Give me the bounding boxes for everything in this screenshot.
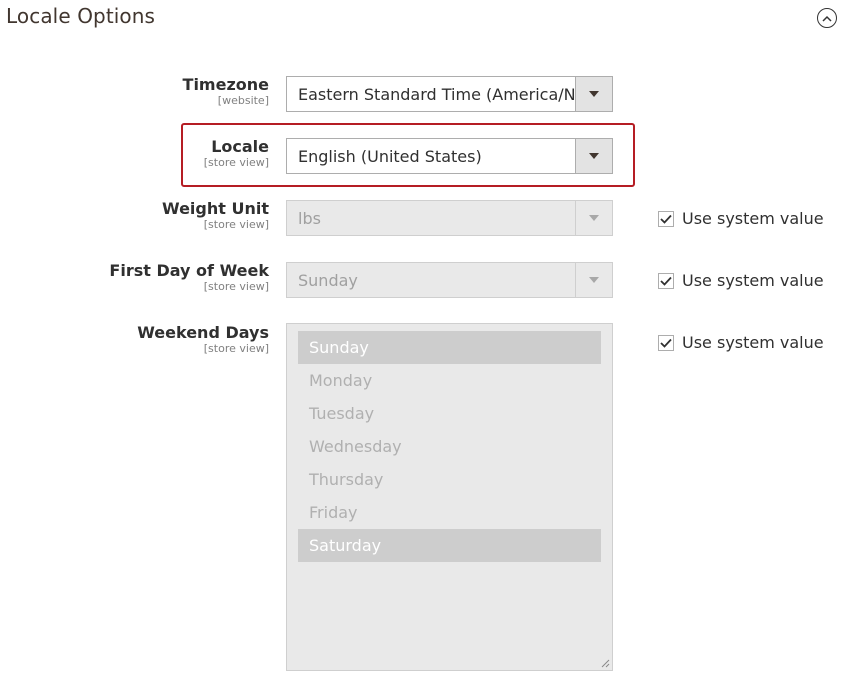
weight-unit-use-system-value[interactable]: Use system value: [658, 209, 824, 228]
caret-down-icon: [589, 91, 599, 97]
weekend-days-label: Weekend Days: [137, 323, 269, 342]
first-day-scope: [store view]: [203, 280, 269, 293]
weekend-option-friday[interactable]: Friday: [298, 496, 601, 529]
locale-dropdown-arrow[interactable]: [575, 139, 612, 173]
weekend-option-saturday[interactable]: Saturday: [298, 529, 601, 562]
first-day-value: Sunday: [298, 270, 358, 290]
weekend-days-label-group: Weekend Days [store view]: [29, 324, 269, 356]
weight-unit-label: Weight Unit: [162, 199, 269, 218]
weight-unit-scope: [store view]: [203, 218, 269, 231]
locale-select[interactable]: English (United States): [286, 138, 613, 174]
weekend-option-tuesday[interactable]: Tuesday: [298, 397, 601, 430]
locale-scope: [store view]: [203, 156, 269, 169]
weekend-days-use-system-value[interactable]: Use system value: [658, 333, 824, 352]
resize-handle-icon[interactable]: [600, 658, 610, 668]
timezone-label-group: Timezone [website]: [29, 76, 269, 108]
weight-unit-system-checkbox[interactable]: [658, 210, 674, 227]
first-day-dropdown-arrow[interactable]: [575, 263, 612, 297]
chevron-up-icon: [822, 15, 832, 22]
timezone-select[interactable]: Eastern Standard Time (America/New_York): [286, 76, 613, 112]
checkmark-icon: [660, 338, 672, 348]
weight-unit-dropdown-arrow[interactable]: [575, 201, 612, 235]
weekend-days-system-checkbox[interactable]: [658, 334, 674, 351]
locale-label: Locale: [211, 137, 269, 156]
first-day-label: First Day of Week: [109, 261, 269, 280]
first-day-select[interactable]: Sunday: [286, 262, 613, 298]
checkmark-icon: [660, 276, 672, 286]
weekend-option-thursday[interactable]: Thursday: [298, 463, 601, 496]
weekend-days-system-label: Use system value: [682, 333, 824, 352]
weight-unit-label-group: Weight Unit [store view]: [29, 200, 269, 232]
caret-down-icon: [589, 153, 599, 159]
collapse-button[interactable]: [817, 8, 837, 28]
weight-unit-value: lbs: [298, 208, 321, 228]
locale-label-group: Locale [store view]: [29, 138, 269, 170]
locale-value: English (United States): [298, 146, 482, 166]
weekend-days-scope: [store view]: [203, 342, 269, 355]
first-day-use-system-value[interactable]: Use system value: [658, 271, 824, 290]
timezone-scope: [website]: [217, 94, 269, 107]
timezone-value: Eastern Standard Time (America/New_York): [298, 84, 575, 104]
weight-unit-system-label: Use system value: [682, 209, 824, 228]
timezone-dropdown-arrow[interactable]: [575, 77, 612, 111]
checkmark-icon: [660, 214, 672, 224]
weight-unit-select[interactable]: lbs: [286, 200, 613, 236]
weekend-option-sunday[interactable]: Sunday: [298, 331, 601, 364]
caret-down-icon: [589, 215, 599, 221]
weekend-option-wednesday[interactable]: Wednesday: [298, 430, 601, 463]
weekend-days-multiselect[interactable]: Sunday Monday Tuesday Wednesday Thursday…: [286, 323, 613, 671]
section-title: Locale Options: [6, 4, 156, 28]
timezone-label: Timezone: [182, 75, 269, 94]
weekend-option-monday[interactable]: Monday: [298, 364, 601, 397]
first-day-label-group: First Day of Week [store view]: [29, 262, 269, 294]
caret-down-icon: [589, 277, 599, 283]
first-day-system-checkbox[interactable]: [658, 272, 674, 289]
first-day-system-label: Use system value: [682, 271, 824, 290]
